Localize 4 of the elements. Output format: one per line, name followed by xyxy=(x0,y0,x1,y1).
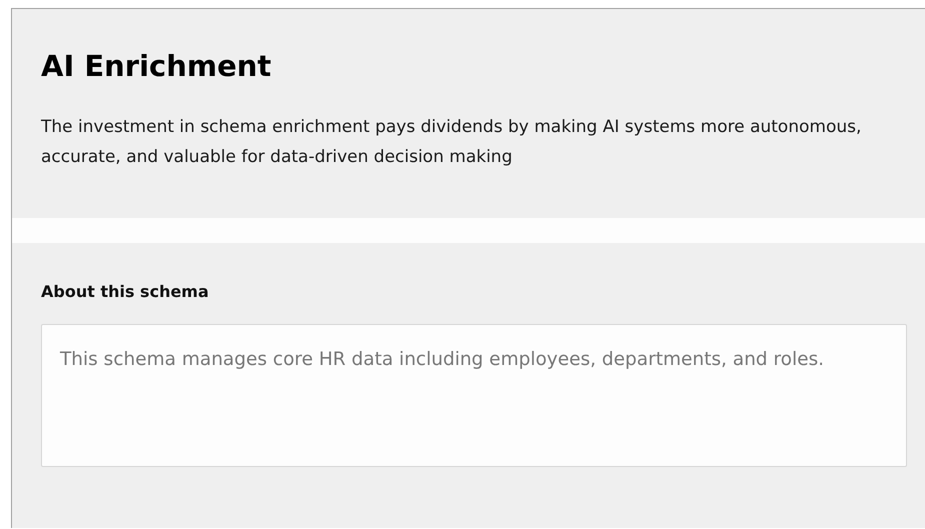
description-text: The investment in schema enrichment pays dividends by making AI systems more autonomous, accurate, and valuable for data-driven decision making xyxy=(41,116,862,169)
description-field[interactable]: This schema manages core HR data including employees, departments, and roles. xyxy=(41,324,907,467)
field-label: About this schema xyxy=(41,282,209,301)
page-title: AI Enrichment xyxy=(41,49,272,84)
